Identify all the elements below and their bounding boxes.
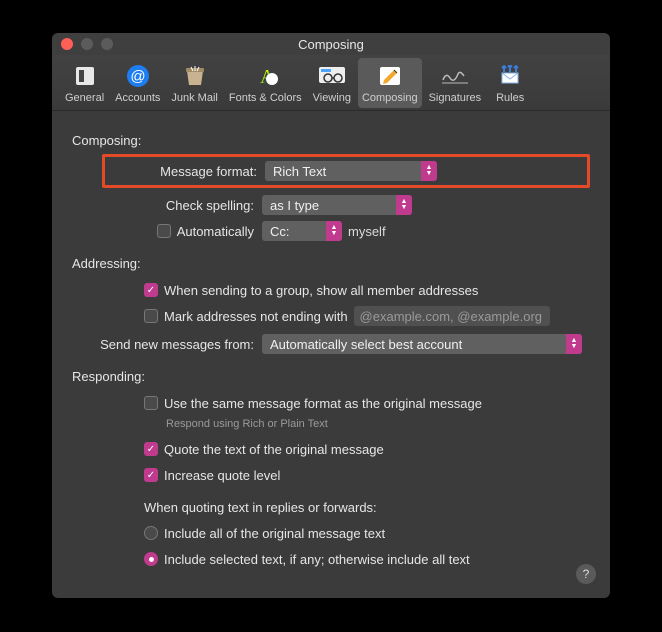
tab-composing[interactable]: Composing — [358, 58, 422, 108]
tab-label: Composing — [362, 92, 418, 104]
cc-bcc-popup[interactable]: Cc: ▲▼ — [262, 221, 342, 241]
check-spelling-label: Check spelling: — [72, 198, 262, 213]
automatically-checkbox[interactable] — [157, 224, 171, 238]
include-all-label: Include all of the original message text — [164, 526, 385, 541]
section-responding-heading: Responding: — [72, 369, 590, 384]
chevron-updown-icon: ▲▼ — [396, 195, 412, 215]
tab-label: Rules — [496, 92, 524, 104]
include-selected-label: Include selected text, if any; otherwise… — [164, 552, 470, 567]
same-format-note: Respond using Rich or Plain Text — [166, 418, 590, 430]
zoom-button[interactable] — [101, 38, 113, 50]
chevron-updown-icon: ▲▼ — [326, 221, 342, 241]
send-from-label: Send new messages from: — [72, 337, 262, 352]
switch-icon — [69, 62, 101, 90]
tab-signatures[interactable]: Signatures — [425, 58, 486, 108]
popup-value: Cc: — [270, 224, 290, 239]
send-from-popup[interactable]: Automatically select best account ▲▼ — [262, 334, 582, 354]
tab-fonts-colors[interactable]: A Fonts & Colors — [225, 58, 306, 108]
svg-text:@: @ — [130, 68, 145, 85]
automatically-label: Automatically — [177, 224, 254, 239]
preferences-window: Composing General @ Accounts Junk Mail A… — [52, 33, 610, 598]
increase-quote-label: Increase quote level — [164, 468, 280, 483]
quoting-heading: When quoting text in replies or forwards… — [144, 500, 377, 515]
group-addresses-checkbox[interactable] — [144, 283, 158, 297]
fonts-colors-icon: A — [249, 62, 281, 90]
popup-value: Rich Text — [273, 164, 326, 179]
include-selected-radio[interactable] — [144, 552, 158, 566]
signature-icon — [439, 62, 471, 90]
tab-label: Viewing — [313, 92, 351, 104]
trash-icon — [179, 62, 211, 90]
content-area: Composing: Message format: Rich Text ▲▼ … — [52, 111, 610, 594]
close-button[interactable] — [61, 38, 73, 50]
popup-value: Automatically select best account — [270, 337, 462, 352]
mark-addresses-label: Mark addresses not ending with — [164, 309, 348, 324]
tab-label: Signatures — [429, 92, 482, 104]
minimize-button[interactable] — [81, 38, 93, 50]
same-format-checkbox[interactable] — [144, 396, 158, 410]
tab-rules[interactable]: Rules — [488, 58, 532, 108]
message-format-highlight: Message format: Rich Text ▲▼ — [102, 154, 590, 188]
tab-label: Junk Mail — [171, 92, 217, 104]
tab-label: General — [65, 92, 104, 104]
rules-icon — [494, 62, 526, 90]
compose-icon — [374, 62, 406, 90]
titlebar: Composing — [52, 33, 610, 55]
at-sign-icon: @ — [122, 62, 154, 90]
traffic-lights — [61, 38, 113, 50]
myself-label: myself — [348, 224, 386, 239]
same-format-label: Use the same message format as the origi… — [164, 396, 482, 411]
mark-addresses-field[interactable] — [354, 306, 550, 326]
include-all-radio[interactable] — [144, 526, 158, 540]
chevron-updown-icon: ▲▼ — [566, 334, 582, 354]
tab-junk-mail[interactable]: Junk Mail — [167, 58, 221, 108]
increase-quote-checkbox[interactable] — [144, 468, 158, 482]
check-spelling-popup[interactable]: as I type ▲▼ — [262, 195, 412, 215]
tab-viewing[interactable]: Viewing — [309, 58, 355, 108]
message-format-label: Message format: — [111, 164, 265, 179]
quote-text-checkbox[interactable] — [144, 442, 158, 456]
tab-accounts[interactable]: @ Accounts — [111, 58, 164, 108]
help-button[interactable]: ? — [576, 564, 596, 584]
popup-value: as I type — [270, 198, 319, 213]
quote-text-label: Quote the text of the original message — [164, 442, 384, 457]
group-addresses-label: When sending to a group, show all member… — [164, 283, 478, 298]
glasses-icon — [316, 62, 348, 90]
window-title: Composing — [52, 37, 610, 52]
help-icon: ? — [583, 567, 590, 581]
chevron-updown-icon: ▲▼ — [421, 161, 437, 181]
tab-label: Fonts & Colors — [229, 92, 302, 104]
section-composing-heading: Composing: — [72, 133, 590, 148]
tab-label: Accounts — [115, 92, 160, 104]
message-format-popup[interactable]: Rich Text ▲▼ — [265, 161, 437, 181]
section-addressing-heading: Addressing: — [72, 256, 590, 271]
tab-general[interactable]: General — [61, 58, 108, 108]
mark-addresses-checkbox[interactable] — [144, 309, 158, 323]
preferences-toolbar: General @ Accounts Junk Mail A Fonts & C… — [52, 55, 610, 111]
